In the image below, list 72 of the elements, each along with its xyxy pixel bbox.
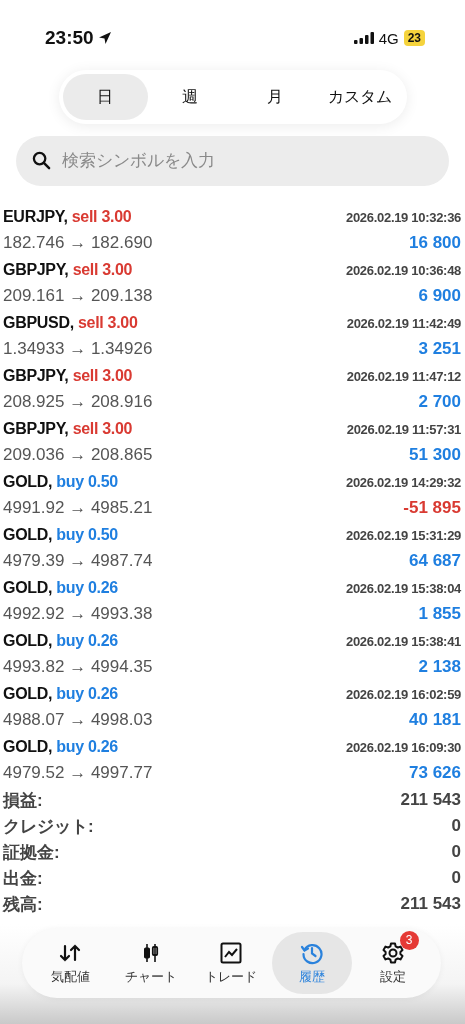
trade-time: 2026.02.19 10:36:48: [346, 262, 461, 278]
summary-label: クレジット:: [3, 815, 94, 838]
trade-profit: 3 251: [418, 339, 461, 359]
battery-indicator: 23: [403, 30, 425, 46]
summary-value: 211 543: [400, 894, 461, 914]
trade-time: 2026.02.19 10:32:36: [346, 209, 461, 225]
trade-prices: 4992.92 → 4993.38: [3, 604, 153, 624]
trade-profit: 2 138: [418, 657, 461, 677]
summary-label: 出金:: [3, 867, 43, 890]
line-chart-icon: [219, 940, 244, 965]
trade-title: GBPJPY, sell 3.00: [3, 261, 133, 279]
trade-time: 2026.02.19 11:57:31: [346, 421, 461, 437]
trade-time: 2026.02.19 15:38:41: [346, 633, 461, 649]
period-tab[interactable]: 日: [62, 74, 148, 120]
search-field[interactable]: 検索シンボルを入力: [16, 136, 449, 186]
status-time: 23:50: [45, 27, 94, 49]
network-label: 4G: [378, 29, 399, 47]
trade-title: GOLD, buy 0.50: [3, 473, 118, 491]
trade-profit: 64 687: [409, 551, 461, 571]
summary-value: 211 543: [400, 790, 461, 810]
trade-profit: 1 855: [418, 604, 461, 624]
summary-label: 損益:: [3, 789, 43, 812]
location-arrow-icon: [97, 31, 112, 45]
trade-profit: 40 181: [409, 710, 461, 730]
nav-tab[interactable]: トレード: [191, 932, 272, 994]
trade-prices: 182.746 → 182.690: [3, 233, 153, 253]
trade-prices: 209.161 → 209.138: [3, 286, 153, 306]
trade-title: GOLD, buy 0.26: [3, 738, 118, 756]
summary-value: 0: [451, 816, 461, 836]
settings-icon: [380, 940, 405, 965]
trade-prices: 1.34933 → 1.34926: [3, 339, 153, 359]
trade-prices: 4993.82 → 4994.35: [3, 657, 153, 677]
search-icon: [32, 151, 51, 170]
trade-prices: 208.925 → 208.916: [3, 392, 153, 412]
trade-profit: 2 700: [418, 392, 461, 412]
trade-prices: 4991.92 → 4985.21: [3, 498, 153, 518]
trade-title: GOLD, buy 0.26: [3, 579, 118, 597]
trade-prices: 209.036 → 208.865: [3, 445, 153, 465]
trade-title: GOLD, buy 0.26: [3, 632, 118, 650]
trade-time: 2026.02.19 15:38:04: [346, 580, 461, 596]
nav-tab[interactable]: 気配値: [30, 932, 111, 994]
trade-profit: 6 900: [418, 286, 461, 306]
trade-profit: 16 800: [409, 233, 461, 253]
trade-prices: 4988.07 → 4998.03: [3, 710, 153, 730]
trade-time: 2026.02.19 16:02:59: [346, 686, 461, 702]
trade-title: GOLD, buy 0.26: [3, 685, 118, 703]
trade-time: 2026.02.19 11:42:49: [346, 315, 461, 331]
trade-time: 2026.02.19 15:31:29: [346, 527, 461, 543]
period-tab[interactable]: 週: [147, 74, 233, 120]
summary-label: 残高:: [3, 893, 43, 916]
trade-prices: 4979.39 → 4987.74: [3, 551, 153, 571]
summary-label: 証拠金:: [3, 841, 60, 864]
nav-tab[interactable]: チャート: [110, 932, 192, 994]
signal-icon: [353, 32, 374, 44]
summary-value: 0: [451, 868, 461, 888]
trade-title: GOLD, buy 0.50: [3, 526, 118, 544]
notification-badge: 3: [399, 930, 419, 950]
trade-prices: 4979.52 → 4997.77: [3, 763, 153, 783]
trade-time: 2026.02.19 14:29:32: [346, 474, 461, 490]
trade-title: GBPJPY, sell 3.00: [3, 420, 133, 438]
trade-profit: 51 300: [409, 445, 461, 465]
period-tab[interactable]: 月: [232, 74, 318, 120]
period-tab[interactable]: カスタム: [317, 74, 403, 120]
trade-time: 2026.02.19 16:09:30: [346, 739, 461, 755]
trade-profit: 73 626: [409, 763, 461, 783]
summary-value: 0: [451, 842, 461, 862]
trade-title: EURJPY, sell 3.00: [3, 208, 132, 226]
nav-tab[interactable]: 3 設定: [352, 932, 433, 994]
trade-title: GBPUSD, sell 3.00: [3, 314, 138, 332]
trade-title: GBPJPY, sell 3.00: [3, 367, 133, 385]
trade-profit: -51 895: [403, 498, 461, 518]
trade-time: 2026.02.19 11:47:12: [346, 368, 461, 384]
